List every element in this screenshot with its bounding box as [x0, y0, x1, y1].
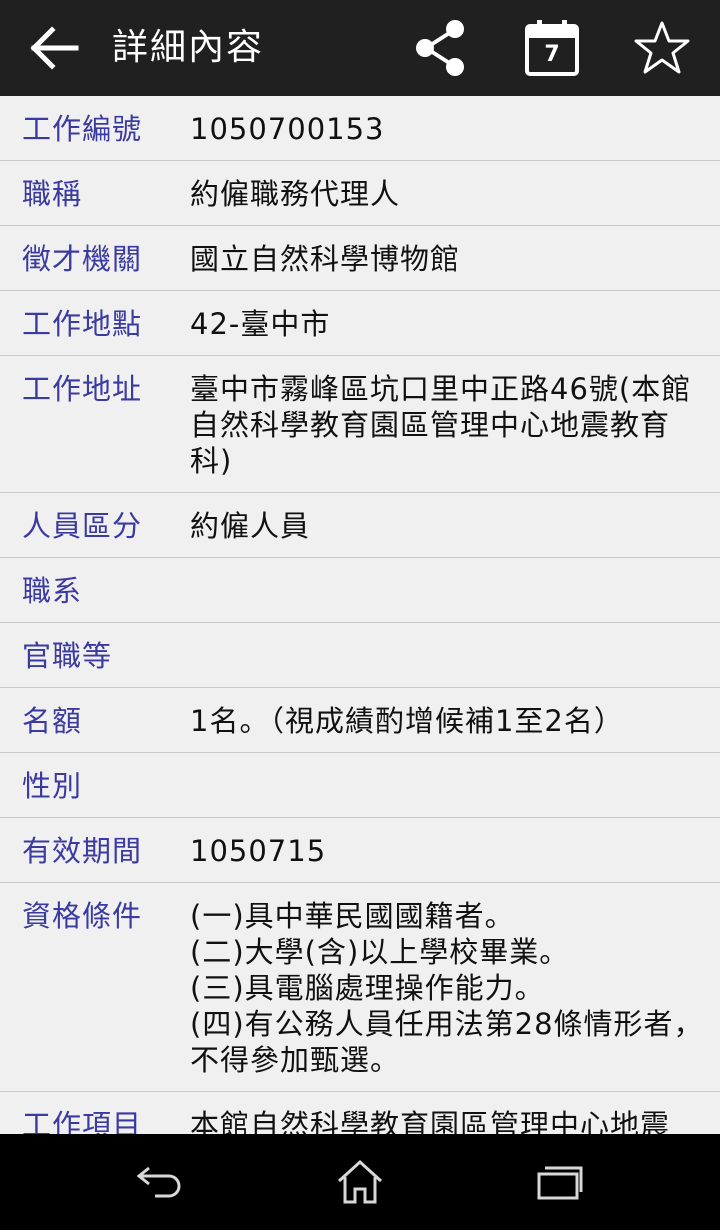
- detail-row-openings: 名額 1名。（視成績酌增候補1至2名）: [0, 688, 720, 753]
- app-bar: 詳細內容 7: [0, 0, 720, 96]
- detail-row-job-number: 工作編號 1050700153: [0, 96, 720, 161]
- detail-value: [168, 558, 720, 622]
- detail-label: 徵才機關: [22, 242, 143, 276]
- system-back-button[interactable]: [120, 1152, 200, 1212]
- detail-value: (一)具中華民國國籍者。 (二)大學(含)以上學校畢業。 (三)具電腦處理操作能…: [190, 899, 704, 1077]
- detail-row-qualifications: 資格條件 (一)具中華民國國籍者。 (二)大學(含)以上學校畢業。 (三)具電腦…: [0, 883, 720, 1092]
- detail-label: 人員區分: [22, 509, 143, 543]
- detail-label: 性別: [22, 769, 83, 803]
- detail-row-address: 工作地址 臺中市霧峰區坑口里中正路46號(本館自然科學教育園區管理中心地震教育科…: [0, 356, 720, 493]
- star-icon: [634, 21, 690, 74]
- detail-label: 工作地址: [22, 372, 143, 406]
- detail-label: 名額: [22, 704, 83, 738]
- system-nav-bar: [0, 1134, 720, 1230]
- detail-value: 臺中市霧峰區坑口里中正路46號(本館自然科學教育園區管理中心地震教育科): [190, 372, 692, 478]
- back-button[interactable]: [22, 20, 86, 76]
- detail-label: 有效期間: [22, 834, 143, 868]
- home-icon: [337, 1159, 383, 1204]
- detail-list[interactable]: 工作編號 1050700153 職稱 約僱職務代理人 徵才機關 國立自然科學博物…: [0, 96, 720, 1134]
- detail-row-valid-period: 有效期間 1050715: [0, 818, 720, 883]
- share-button[interactable]: [406, 14, 474, 82]
- detail-value: 1名。（視成績酌增候補1至2名）: [190, 704, 624, 738]
- system-home-button[interactable]: [320, 1152, 400, 1212]
- detail-label: 工作編號: [22, 112, 143, 146]
- detail-row-location: 工作地點 42-臺中市: [0, 291, 720, 356]
- detail-label: 職稱: [22, 177, 83, 211]
- detail-label: 工作地點: [22, 307, 143, 341]
- back-arrow-icon: [30, 26, 79, 70]
- back-nav-icon: [136, 1166, 181, 1198]
- favorite-button[interactable]: [628, 14, 696, 82]
- calendar-day-label: 7: [544, 42, 560, 67]
- detail-value: [168, 623, 720, 687]
- detail-value: 約僱職務代理人: [190, 177, 401, 211]
- detail-row-agency: 徵才機關 國立自然科學博物館: [0, 226, 720, 291]
- detail-label: 資格條件: [22, 899, 143, 933]
- detail-value: 國立自然科學博物館: [190, 242, 461, 276]
- detail-row-gender: 性別: [0, 753, 720, 818]
- detail-value: 1050700153: [190, 112, 385, 146]
- detail-value: 1050715: [190, 834, 327, 868]
- detail-value: [168, 753, 720, 817]
- detail-label: 職系: [22, 574, 83, 608]
- detail-value: 42-臺中市: [190, 307, 331, 341]
- detail-row-personnel-type: 人員區分 約僱人員: [0, 493, 720, 558]
- system-recents-button[interactable]: [520, 1152, 600, 1212]
- detail-row-duties: 工作項目 本館自然科學教育園區管理中心地震: [0, 1092, 720, 1134]
- recents-icon: [537, 1166, 583, 1200]
- detail-value: 本館自然科學教育園區管理中心地震: [190, 1108, 671, 1134]
- detail-row-job-title: 職稱 約僱職務代理人: [0, 161, 720, 226]
- add-to-calendar-button[interactable]: 7: [518, 14, 586, 82]
- page-title: 詳細內容: [112, 27, 265, 68]
- detail-row-grade: 官職等: [0, 623, 720, 688]
- detail-value: 約僱人員: [190, 509, 311, 543]
- detail-label: 工作項目: [22, 1108, 143, 1134]
- detail-label: 官職等: [22, 639, 113, 673]
- share-icon: [416, 20, 464, 76]
- detail-row-job-series: 職系: [0, 558, 720, 623]
